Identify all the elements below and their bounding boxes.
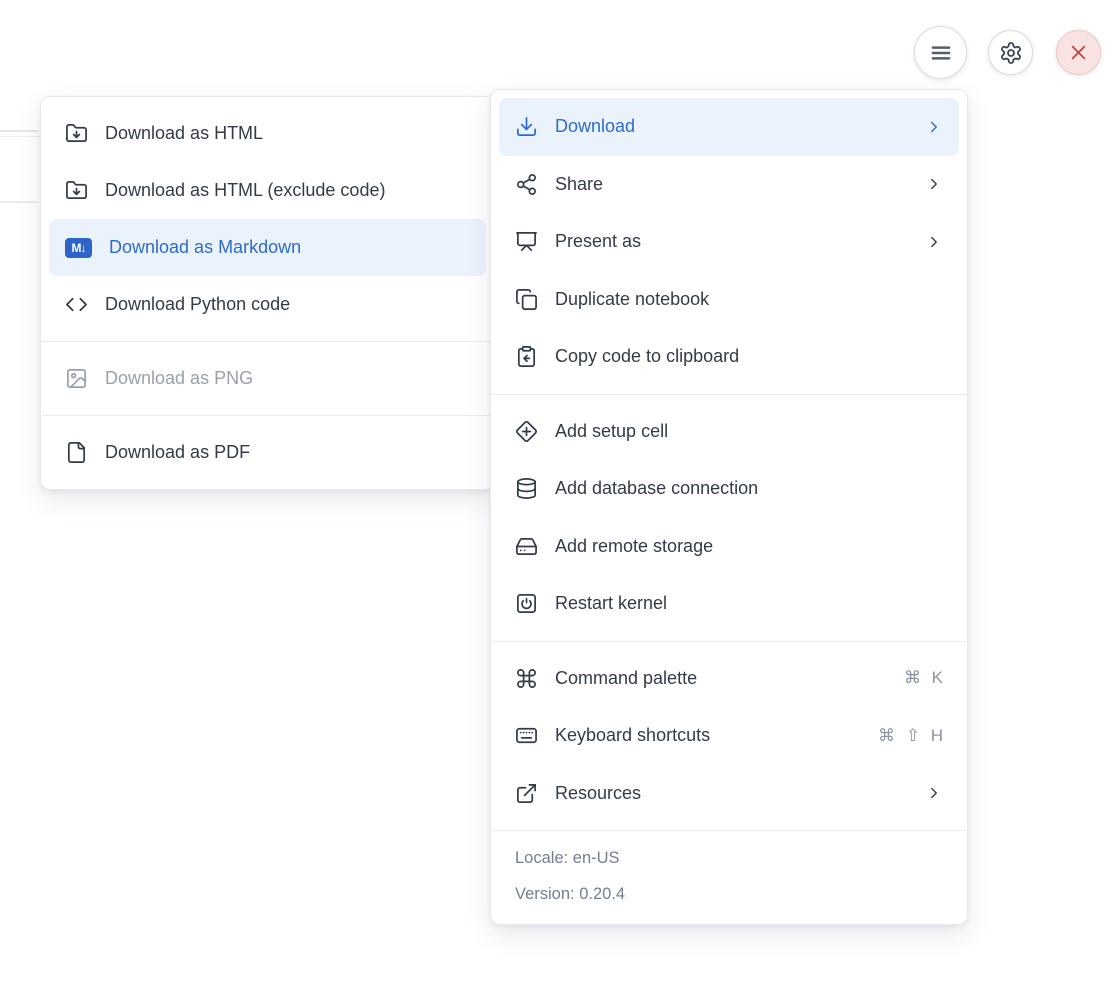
menu-item-label: Share xyxy=(555,174,908,195)
hard-drive-icon xyxy=(515,535,538,558)
chevron-right-icon xyxy=(925,233,943,251)
presentation-icon xyxy=(515,230,538,253)
menu-item-label: Download as HTML xyxy=(105,123,470,144)
folder-down-icon xyxy=(65,122,88,145)
close-button[interactable] xyxy=(1056,30,1101,75)
database-icon xyxy=(515,477,538,500)
menu-item-label: Copy code to clipboard xyxy=(555,346,943,367)
menu-item-restart-kernel[interactable]: Restart kernel xyxy=(491,575,967,633)
image-icon xyxy=(65,367,88,390)
menu-item-add-remote-storage[interactable]: Add remote storage xyxy=(491,518,967,576)
menu-item-download-as-html[interactable]: Download as HTML xyxy=(41,105,494,162)
menu-separator xyxy=(491,641,967,642)
menu-item-label: Keyboard shortcuts xyxy=(555,725,861,746)
menu-item-present-as[interactable]: Present as xyxy=(491,213,967,271)
menu-item-label: Command palette xyxy=(555,668,887,689)
menu-item-download-as-pdf[interactable]: Download as PDF xyxy=(41,424,494,481)
menu-item-add-setup-cell[interactable]: Add setup cell xyxy=(491,403,967,461)
external-link-icon xyxy=(515,782,538,805)
download-icon xyxy=(515,115,538,138)
menu-item-add-database-connection[interactable]: Add database connection xyxy=(491,460,967,518)
settings-button[interactable] xyxy=(988,30,1033,75)
menu-item-download-as-html-exclude-code[interactable]: Download as HTML (exclude code) xyxy=(41,162,494,219)
markdown-badge-icon: M↓ xyxy=(65,238,92,258)
menu-item-label: Download as HTML (exclude code) xyxy=(105,180,470,201)
menu-item-label: Resources xyxy=(555,783,908,804)
menu-separator xyxy=(491,394,967,395)
x-icon xyxy=(1067,41,1090,64)
power-icon xyxy=(515,592,538,615)
menu-item-label: Download xyxy=(555,116,908,137)
menu-item-share[interactable]: Share xyxy=(491,156,967,214)
menu-item-label: Add database connection xyxy=(555,478,943,499)
chevron-right-icon xyxy=(925,118,943,136)
menu-item-copy-code-to-clipboard[interactable]: Copy code to clipboard xyxy=(491,328,967,386)
menu-item-label: Download Python code xyxy=(105,294,470,315)
folder-down-icon xyxy=(65,179,88,202)
menu-item-label: Duplicate notebook xyxy=(555,289,943,310)
share-icon xyxy=(515,173,538,196)
menu-item-label: Add setup cell xyxy=(555,421,943,442)
menu-item-label: Present as xyxy=(555,231,908,252)
diamond-plus-icon xyxy=(515,420,538,443)
menu-separator xyxy=(41,415,494,416)
code-icon xyxy=(65,293,88,316)
notebook-menu: Download Share Present as Duplicate note… xyxy=(490,89,968,925)
chevron-right-icon xyxy=(925,175,943,193)
menu-item-duplicate-notebook[interactable]: Duplicate notebook xyxy=(491,271,967,329)
page-edge-line xyxy=(0,130,38,132)
menu-item-label: Add remote storage xyxy=(555,536,943,557)
page-edge-line xyxy=(0,136,40,137)
duplicate-icon xyxy=(515,288,538,311)
menu-item-download[interactable]: Download xyxy=(499,98,959,156)
menu-item-label: Download as Markdown xyxy=(109,237,470,258)
menu-item-download-as-png[interactable]: Download as PNG xyxy=(41,350,494,407)
menu-item-label: Download as PDF xyxy=(105,442,470,463)
gear-icon xyxy=(999,41,1023,65)
chevron-right-icon xyxy=(925,784,943,802)
clipboard-copy-icon xyxy=(515,345,538,368)
hamburger-icon xyxy=(928,40,954,66)
page-edge-line xyxy=(0,201,38,203)
shortcut-hint: ⌘ ⇧ H xyxy=(878,726,943,746)
locale-text: Locale: en-US xyxy=(515,840,943,876)
keyboard-icon xyxy=(515,724,538,747)
menu-item-download-as-markdown[interactable]: M↓ Download as Markdown xyxy=(49,219,486,276)
menu-item-download-python-code[interactable]: Download Python code xyxy=(41,276,494,333)
menu-item-keyboard-shortcuts[interactable]: Keyboard shortcuts ⌘ ⇧ H xyxy=(491,707,967,765)
command-icon xyxy=(515,667,538,690)
shortcut-hint: ⌘ K xyxy=(904,668,943,688)
download-submenu: Download as HTML Download as HTML (exclu… xyxy=(40,96,495,490)
menu-item-label: Restart kernel xyxy=(555,593,943,614)
menu-item-resources[interactable]: Resources xyxy=(491,765,967,823)
menu-footer: Locale: en-US Version: 0.20.4 xyxy=(491,830,967,924)
menu-item-command-palette[interactable]: Command palette ⌘ K xyxy=(491,650,967,708)
menu-separator xyxy=(41,341,494,342)
version-text: Version: 0.20.4 xyxy=(515,876,943,912)
menu-item-label: Download as PNG xyxy=(105,368,470,389)
file-icon xyxy=(65,441,88,464)
notebook-menu-button[interactable] xyxy=(914,26,967,79)
